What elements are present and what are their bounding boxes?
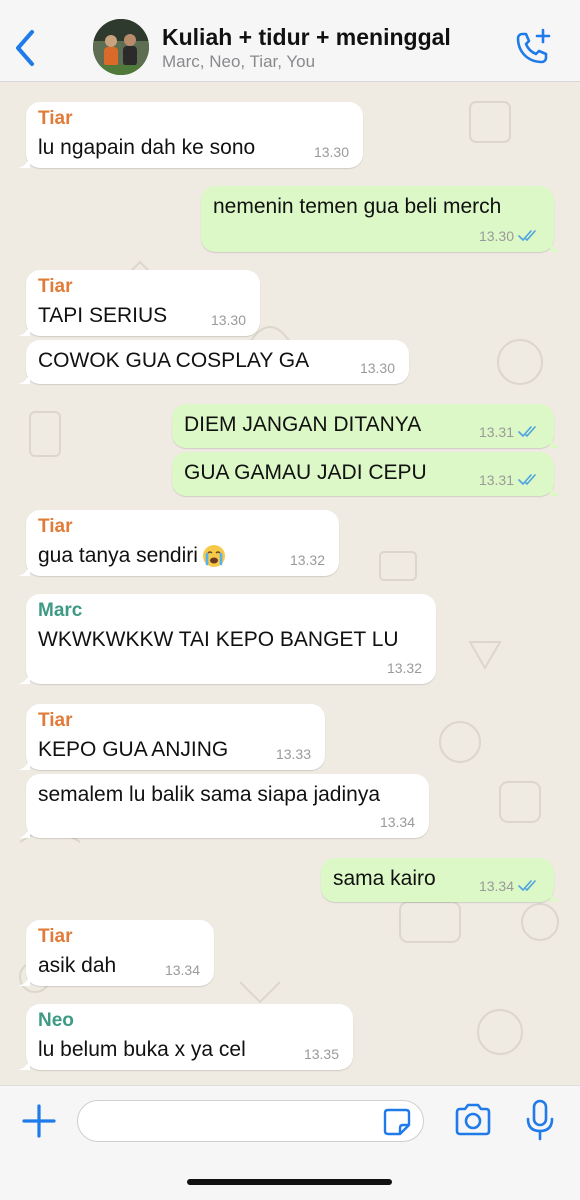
bubble-tail	[18, 370, 30, 384]
message-text-content: DIEM JANGAN DITANYA	[184, 413, 422, 436]
message-text: semalem lu balik sama siapa jadinya	[38, 783, 380, 807]
message-text-content: KEPO GUA ANJING	[38, 738, 229, 761]
message-text-content: gua tanya sendiri	[38, 544, 198, 567]
outgoing-message-bubble[interactable]: GUA GAMAU JADI CEPU 13.31	[172, 452, 562, 496]
message-text-content: TAPI SERIUS	[38, 304, 168, 327]
message-text-content: GUA GAMAU JADI CEPU	[184, 461, 427, 484]
incoming-message-bubble[interactable]: Tiar TAPI SERIUS 13.30	[18, 270, 260, 336]
incoming-message-bubble[interactable]: Tiar gua tanya sendiri 13.32	[18, 510, 339, 576]
bubble-tail	[550, 482, 562, 496]
message-timestamp: 13.35	[303, 1046, 339, 1062]
message-sender[interactable]: Tiar	[38, 710, 73, 732]
message-timestamp: 13.30	[210, 312, 246, 328]
message-sender[interactable]: Tiar	[38, 108, 73, 130]
message-text-content: nemenin temen gua beli merch	[213, 195, 502, 218]
read-receipt-double-check-icon	[518, 230, 536, 241]
add-call-icon[interactable]	[510, 26, 554, 70]
message-text: TAPI SERIUS	[38, 304, 167, 328]
incoming-message-bubble[interactable]: Neo lu belum buka x ya cel 13.35	[18, 1004, 353, 1070]
message-text: sama kairo	[333, 867, 436, 891]
message-text-content: lu ngapain dah ke sono	[38, 136, 256, 159]
incoming-message-bubble[interactable]: COWOK GUA COSPLAY GA 13.30	[18, 340, 409, 384]
message-timestamp: 13.34	[379, 814, 415, 830]
message-timestamp: 13.31	[478, 424, 514, 440]
message-timestamp: 13.32	[386, 660, 422, 676]
bubble-tail	[18, 154, 30, 168]
message-text: lu belum buka x ya cel	[38, 1038, 246, 1062]
message-text: GUA GAMAU JADI CEPU	[184, 461, 427, 485]
bubble-tail	[18, 562, 30, 576]
incoming-message-bubble[interactable]: Tiar KEPO GUA ANJING 13.33	[18, 704, 325, 770]
composer-bar	[0, 1085, 580, 1200]
bubble-tail	[550, 434, 562, 448]
message-timestamp: 13.34	[164, 962, 200, 978]
message-timestamp: 13.30	[478, 228, 514, 244]
outgoing-message-bubble[interactable]: DIEM JANGAN DITANYA 13.31	[172, 404, 562, 448]
group-avatar[interactable]	[93, 19, 149, 75]
incoming-message-bubble[interactable]: Tiar lu ngapain dah ke sono 13.30	[18, 102, 363, 168]
message-text-content: asik dah	[38, 954, 117, 977]
message-text: WKWKWKKW TAI KEPO BANGET LU	[38, 628, 399, 652]
message-timestamp: 13.30	[313, 144, 349, 160]
bubble-tail	[18, 972, 30, 986]
message-sender[interactable]: Neo	[38, 1010, 74, 1032]
message-timestamp: 13.30	[359, 360, 395, 376]
bubble-tail	[18, 1056, 30, 1070]
bubble-tail	[18, 670, 30, 684]
message-text: gua tanya sendiri	[38, 544, 226, 568]
message-text-content: WKWKWKKW TAI KEPO BANGET LU	[38, 628, 399, 651]
bubble-tail	[18, 824, 30, 838]
message-sender[interactable]: Tiar	[38, 926, 73, 948]
chat-header: Kuliah + tidur + meninggal Marc, Neo, Ti…	[0, 0, 580, 82]
outgoing-message-bubble[interactable]: sama kairo 13.34	[321, 858, 562, 902]
message-sender[interactable]: Tiar	[38, 516, 73, 538]
message-input-field[interactable]	[77, 1100, 424, 1142]
bubble-tail	[550, 888, 562, 902]
chat-title[interactable]: Kuliah + tidur + meninggal	[162, 24, 451, 51]
message-text-content: lu belum buka x ya cel	[38, 1038, 246, 1061]
message-text-content: sama kairo	[333, 867, 436, 890]
participants-list[interactable]: Marc, Neo, Tiar, You	[162, 52, 315, 72]
message-text: COWOK GUA COSPLAY GA	[38, 349, 309, 373]
group-photo-icon	[93, 19, 149, 75]
message-text: nemenin temen gua beli merch	[213, 195, 501, 219]
back-chevron-icon[interactable]	[8, 26, 42, 70]
message-sender[interactable]: Tiar	[38, 276, 73, 298]
message-text: KEPO GUA ANJING	[38, 738, 228, 762]
message-text-content: semalem lu balik sama siapa jadinya	[38, 783, 380, 806]
crying-face-emoji-icon	[202, 545, 225, 568]
read-receipt-double-check-icon	[518, 880, 536, 891]
microphone-icon[interactable]	[525, 1099, 555, 1141]
message-text: asik dah	[38, 954, 116, 978]
message-text-content: COWOK GUA COSPLAY GA	[38, 349, 310, 372]
sticker-icon[interactable]	[382, 1107, 412, 1137]
message-sender[interactable]: Marc	[38, 600, 82, 622]
read-receipt-double-check-icon	[518, 426, 536, 437]
incoming-message-bubble[interactable]: semalem lu balik sama siapa jadinya 13.34	[18, 774, 429, 838]
message-text: lu ngapain dah ke sono	[38, 136, 255, 160]
message-text: DIEM JANGAN DITANYA	[184, 413, 421, 437]
message-timestamp: 13.31	[478, 472, 514, 488]
incoming-message-bubble[interactable]: Marc WKWKWKKW TAI KEPO BANGET LU 13.32	[18, 594, 436, 684]
read-receipt-double-check-icon	[518, 474, 536, 485]
bubble-tail	[18, 756, 30, 770]
bubble-tail	[18, 322, 30, 336]
message-timestamp: 13.32	[289, 552, 325, 568]
message-timestamp: 13.33	[275, 746, 311, 762]
home-indicator	[187, 1179, 392, 1185]
bubble-tail	[550, 238, 562, 252]
plus-icon[interactable]	[20, 1102, 58, 1140]
message-timestamp: 13.34	[478, 878, 514, 894]
camera-icon[interactable]	[452, 1102, 494, 1138]
message-input[interactable]	[92, 1107, 376, 1137]
incoming-message-bubble[interactable]: Tiar asik dah 13.34	[18, 920, 214, 986]
message-list[interactable]: Tiar lu ngapain dah ke sono 13.30 nemenin t…	[0, 82, 580, 1085]
outgoing-message-bubble[interactable]: nemenin temen gua beli merch 13.30	[201, 186, 562, 252]
